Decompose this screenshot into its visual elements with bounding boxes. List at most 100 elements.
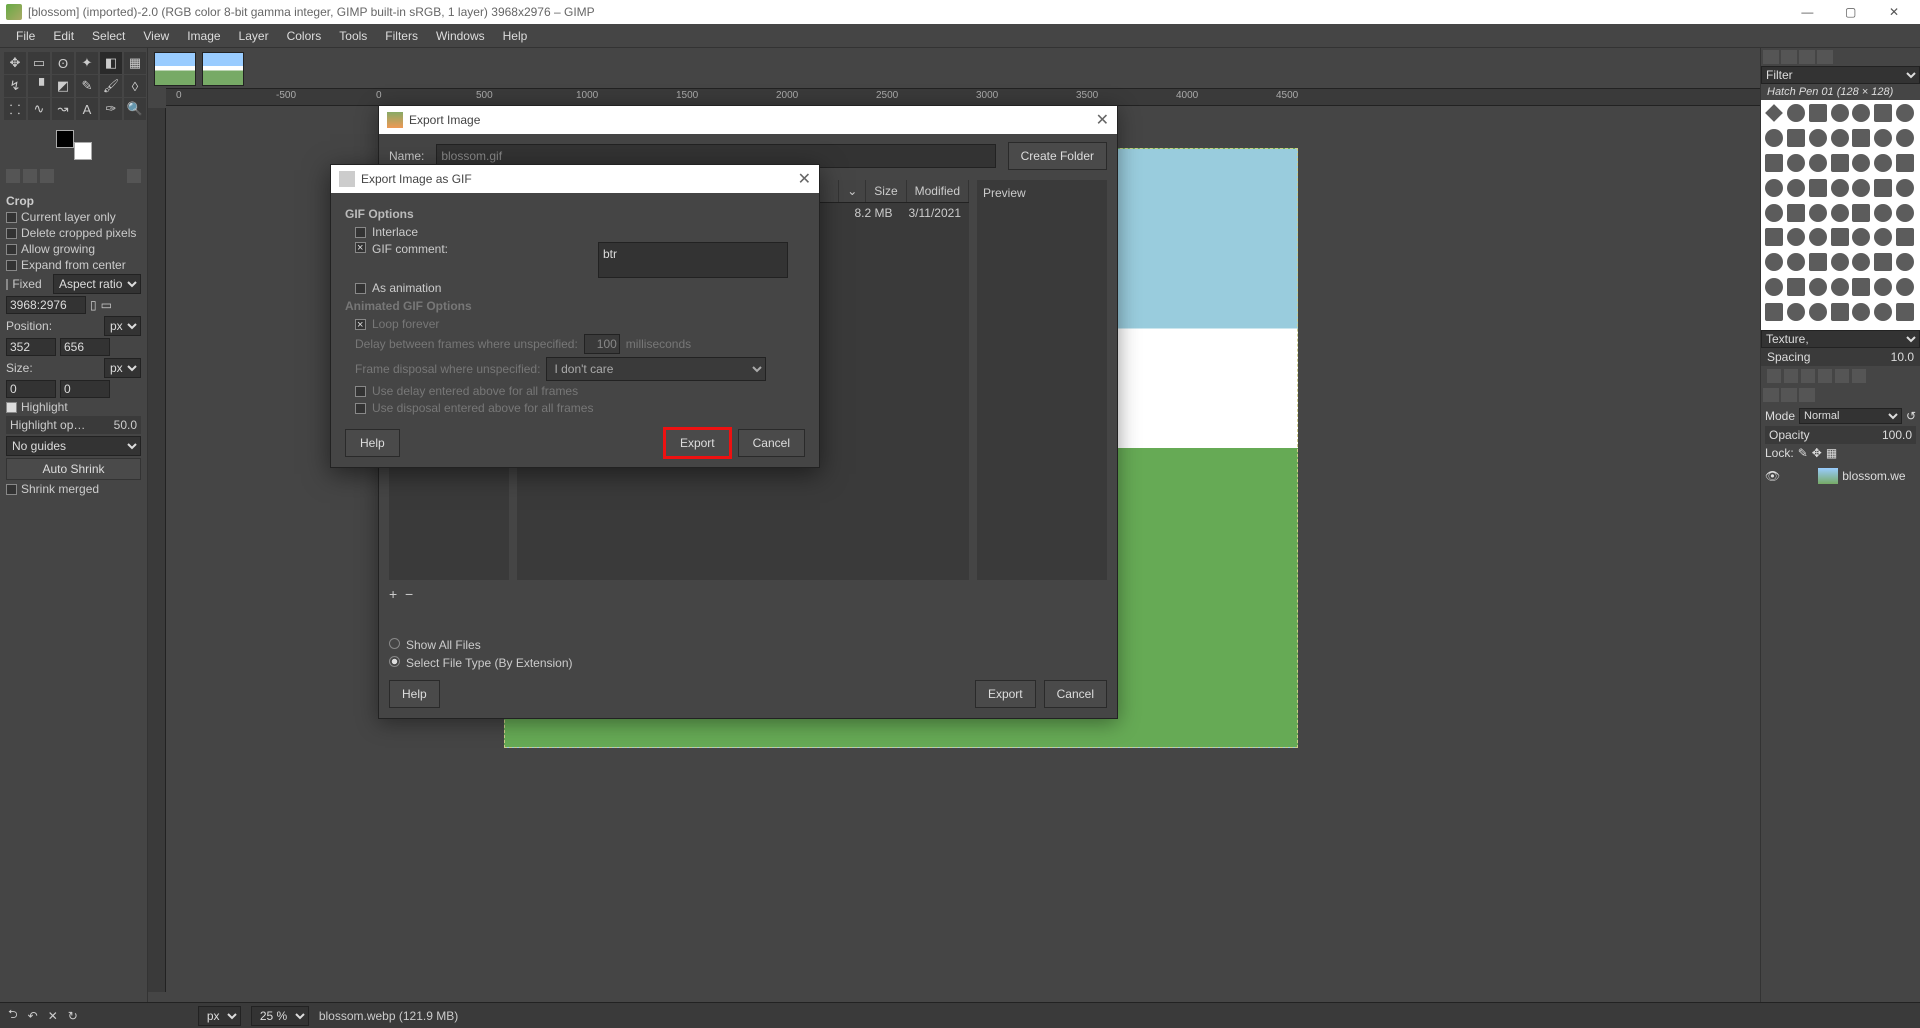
move-tool[interactable]: ✥ — [4, 52, 26, 74]
filter-select[interactable]: Filter — [1761, 66, 1920, 84]
visibility-icon[interactable]: 👁 — [1765, 469, 1780, 483]
create-folder-button[interactable]: Create Folder — [1008, 142, 1107, 170]
gradient-tool[interactable]: ◩ — [52, 75, 74, 97]
edit-brush-icon[interactable] — [1767, 369, 1781, 383]
chk-current-layer[interactable] — [6, 212, 17, 223]
clone-tool[interactable]: ⸬ — [4, 98, 26, 120]
picker-tool[interactable]: ✑ — [100, 98, 122, 120]
chk-fixed[interactable] — [6, 279, 8, 290]
menu-help[interactable]: Help — [495, 27, 536, 45]
export-help-button[interactable]: Help — [389, 680, 440, 708]
spacing-value[interactable]: 10.0 — [1891, 350, 1914, 364]
brush-tool[interactable]: 🖌 — [100, 75, 122, 97]
tab-images[interactable] — [40, 169, 54, 183]
tab-paths[interactable] — [1799, 388, 1815, 402]
chk-as-animation[interactable] — [355, 283, 366, 294]
new-brush-icon[interactable] — [1784, 369, 1798, 383]
ratio-input[interactable] — [6, 296, 86, 314]
chk-shrink-merged[interactable] — [6, 484, 17, 495]
opacity-value[interactable]: 100.0 — [1882, 428, 1912, 442]
menu-tools[interactable]: Tools — [331, 27, 375, 45]
tab-channels[interactable] — [1781, 388, 1797, 402]
gif-comment-input[interactable]: btr — [598, 242, 788, 278]
tab-menu-icon[interactable] — [127, 169, 141, 183]
chk-highlight[interactable] — [6, 402, 17, 413]
size-w[interactable] — [6, 380, 56, 398]
brush-grid[interactable] — [1761, 100, 1920, 330]
layer-name[interactable]: blossom.we — [1842, 469, 1905, 483]
close-button[interactable]: ✕ — [1874, 5, 1914, 19]
guides-select[interactable]: No guides — [6, 436, 141, 456]
wand-tool[interactable]: ✦ — [76, 52, 98, 74]
gif-dialog-close[interactable]: ✕ — [798, 169, 811, 189]
export-cancel-button[interactable]: Cancel — [1044, 680, 1107, 708]
menu-image[interactable]: Image — [179, 27, 228, 45]
layer-thumb[interactable] — [1818, 468, 1838, 484]
status-zoom[interactable]: 25 % — [251, 1006, 309, 1026]
image-tab-1[interactable] — [154, 52, 196, 86]
tab-history[interactable] — [1817, 50, 1833, 64]
transform-tool[interactable]: ▦ — [124, 52, 146, 74]
tab-fonts[interactable] — [1799, 50, 1815, 64]
dup-brush-icon[interactable] — [1801, 369, 1815, 383]
show-all-files[interactable]: Show All Files — [389, 638, 573, 652]
chk-delete-cropped[interactable] — [6, 228, 17, 239]
bg-color[interactable] — [74, 142, 92, 160]
crop-tool[interactable]: ◧ — [100, 52, 122, 74]
places-add-remove[interactable]: + − — [389, 586, 413, 602]
menu-colors[interactable]: Colors — [279, 27, 330, 45]
col-size[interactable]: Size — [866, 180, 906, 202]
chk-interlace[interactable] — [355, 227, 366, 238]
chk-gif-comment[interactable] — [355, 242, 366, 253]
menu-edit[interactable]: Edit — [45, 27, 82, 45]
eraser-tool[interactable]: ◊ — [124, 75, 146, 97]
select-file-type[interactable]: Select File Type (By Extension) — [389, 656, 573, 670]
refresh-brush-icon[interactable] — [1835, 369, 1849, 383]
text-tool[interactable]: A — [76, 98, 98, 120]
status-icon-1[interactable]: ⮌ — [8, 1005, 18, 1026]
lock-pixels-icon[interactable]: ✎ — [1798, 446, 1808, 460]
fg-color[interactable] — [56, 130, 74, 148]
tab-tool-options[interactable] — [6, 169, 20, 183]
chk-expand-center[interactable] — [6, 260, 17, 271]
fixed-mode-select[interactable]: Aspect ratio — [53, 274, 141, 294]
tab-device[interactable] — [23, 169, 37, 183]
menu-layer[interactable]: Layer — [231, 27, 277, 45]
pos-x[interactable] — [6, 338, 56, 356]
size-unit[interactable]: px — [104, 358, 141, 378]
image-tab-2[interactable] — [202, 52, 244, 86]
menu-select[interactable]: Select — [84, 27, 133, 45]
export-dialog-close[interactable]: ✕ — [1096, 110, 1109, 130]
position-unit[interactable]: px — [104, 316, 141, 336]
down-arrow-icon[interactable]: ⌄ — [839, 180, 866, 202]
path-tool[interactable]: ↝ — [52, 98, 74, 120]
status-icon-2[interactable]: ↶ — [28, 1009, 38, 1023]
auto-shrink-button[interactable]: Auto Shrink — [6, 458, 141, 480]
status-unit[interactable]: px — [198, 1006, 241, 1026]
tab-patterns[interactable] — [1781, 50, 1797, 64]
maximize-button[interactable]: ▢ — [1831, 5, 1871, 19]
landscape-icon[interactable]: ▭ — [101, 298, 112, 312]
portrait-icon[interactable]: ▯ — [90, 298, 97, 312]
tab-brushes[interactable] — [1763, 50, 1779, 64]
tab-layers[interactable] — [1763, 388, 1779, 402]
chk-allow-growing[interactable] — [6, 244, 17, 255]
minimize-button[interactable]: — — [1787, 5, 1827, 19]
status-icon-3[interactable]: ✕ — [48, 1009, 58, 1023]
fg-bg-colors[interactable] — [56, 130, 92, 160]
smudge-tool[interactable]: ∿ — [28, 98, 50, 120]
gif-cancel-button[interactable]: Cancel — [738, 429, 805, 457]
status-icon-4[interactable]: ↻ — [68, 1009, 78, 1023]
gif-dialog-titlebar[interactable]: Export Image as GIF ✕ — [331, 165, 819, 193]
menu-view[interactable]: View — [135, 27, 177, 45]
export-dialog-titlebar[interactable]: Export Image ✕ — [379, 106, 1117, 134]
col-modified[interactable]: Modified — [907, 180, 969, 202]
lasso-tool[interactable]: ʘ — [52, 52, 74, 74]
open-brush-icon[interactable] — [1852, 369, 1866, 383]
gif-help-button[interactable]: Help — [345, 429, 400, 457]
menu-filters[interactable]: Filters — [377, 27, 426, 45]
bucket-tool[interactable]: ▝ — [28, 75, 50, 97]
texture-select[interactable]: Texture, — [1761, 330, 1920, 348]
size-h[interactable] — [60, 380, 110, 398]
pencil-tool[interactable]: ✎ — [76, 75, 98, 97]
